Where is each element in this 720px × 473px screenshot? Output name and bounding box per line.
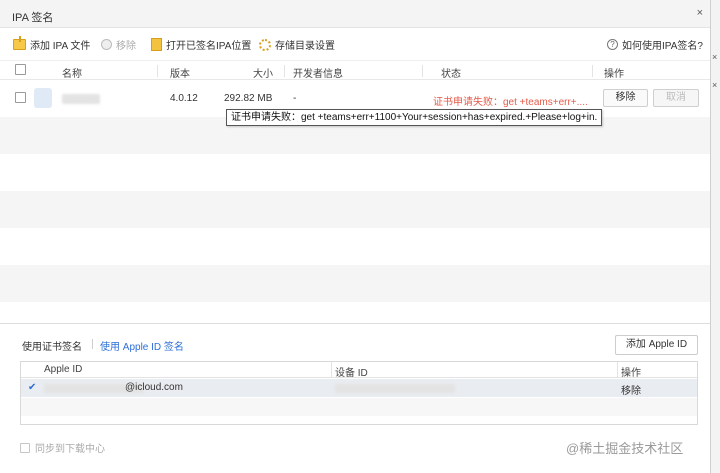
col-device-id: 设备 ID <box>335 368 368 379</box>
add-ipa-label: 添加 IPA 文件 <box>30 41 91 52</box>
sync-label: 同步到下载中心 <box>35 444 105 455</box>
apple-id-table: Apple ID 设备 ID 操作 ✔ @icloud.com 移除 <box>20 361 698 425</box>
close-icon: × <box>712 80 718 90</box>
row-developer: - <box>293 93 297 104</box>
tab-cert-sign[interactable]: 使用证书签名 <box>22 338 82 353</box>
ipa-sign-dialog: IPA 签名 × 添加 IPA 文件 移除 打开已签名IPA位置 存储目录设置 … <box>0 0 711 473</box>
row-size: 292.82 MB <box>224 93 273 104</box>
gear-icon <box>259 38 271 51</box>
tab-apple-id-sign[interactable]: 使用 Apple ID 签名 <box>100 338 184 353</box>
empty-row <box>0 265 710 302</box>
background-window-edge: × × <box>711 0 720 473</box>
selected-check-icon: ✔ <box>28 382 37 393</box>
col-apple-id: Apple ID <box>44 364 83 375</box>
help-link[interactable]: ? 如何使用IPA签名? <box>607 37 703 52</box>
section-divider <box>0 323 710 324</box>
watermark: @稀土掘金技术社区 <box>566 441 684 456</box>
device-id-redacted <box>335 384 455 393</box>
col-actions: 操作 <box>604 69 624 80</box>
col-status: 状态 <box>441 69 461 80</box>
apple-id-table-header: Apple ID 设备 ID 操作 <box>21 362 697 379</box>
sync-to-download-center[interactable]: 同步到下载中心 <box>20 440 105 455</box>
row-checkbox[interactable] <box>15 92 26 103</box>
remove-icon <box>101 39 112 50</box>
dialog-title: IPA 签名 <box>12 12 54 24</box>
ipa-table-header: 名称 版本 大小 开发者信息 状态 操作 <box>0 60 710 80</box>
close-icon: × <box>712 52 718 62</box>
storage-settings-button[interactable]: 存储目录设置 <box>259 37 335 52</box>
storage-settings-label: 存储目录设置 <box>275 41 335 52</box>
status-tooltip: 证书申请失败：get +teams+err+1100+Your+session+… <box>226 109 603 126</box>
col-developer: 开发者信息 <box>293 69 343 80</box>
open-signed-label: 打开已签名IPA位置 <box>166 41 252 52</box>
title-bar: IPA 签名 × <box>0 0 710 28</box>
col-id-actions: 操作 <box>621 368 641 379</box>
apple-id-email-suffix: @icloud.com <box>125 382 183 393</box>
toolbar: 添加 IPA 文件 移除 打开已签名IPA位置 存储目录设置 ? 如何使用IPA… <box>0 28 710 58</box>
app-name-redacted <box>62 94 100 104</box>
folder-add-icon <box>13 36 26 50</box>
empty-row <box>0 228 710 265</box>
row-remove-button[interactable]: 移除 <box>603 89 648 107</box>
id-remove-button[interactable]: 移除 <box>621 382 641 397</box>
add-apple-id-button[interactable]: 添加 Apple ID <box>615 335 698 355</box>
select-all-checkbox[interactable] <box>15 64 26 75</box>
row-version: 4.0.12 <box>170 93 198 104</box>
empty-row <box>0 154 710 191</box>
col-name: 名称 <box>62 69 82 80</box>
add-ipa-button[interactable]: 添加 IPA 文件 <box>13 36 91 52</box>
col-size: 大小 <box>253 69 273 80</box>
table-row[interactable]: ✔ @icloud.com 移除 <box>21 379 697 397</box>
sync-checkbox[interactable] <box>20 442 30 453</box>
empty-row <box>21 398 697 416</box>
open-signed-location-button[interactable]: 打开已签名IPA位置 <box>151 37 251 52</box>
remove-button[interactable]: 移除 <box>101 37 136 52</box>
app-icon <box>34 88 52 108</box>
help-label: 如何使用IPA签名? <box>622 41 703 52</box>
close-icon[interactable]: × <box>697 7 703 19</box>
help-icon: ? <box>607 39 618 50</box>
col-version: 版本 <box>170 69 190 80</box>
file-icon <box>151 38 162 51</box>
row-cancel-button[interactable]: 取消 <box>653 89 699 107</box>
remove-label: 移除 <box>116 41 136 52</box>
empty-row <box>0 191 710 228</box>
row-status: 证书申请失败：get +teams+err+.... <box>433 97 588 108</box>
